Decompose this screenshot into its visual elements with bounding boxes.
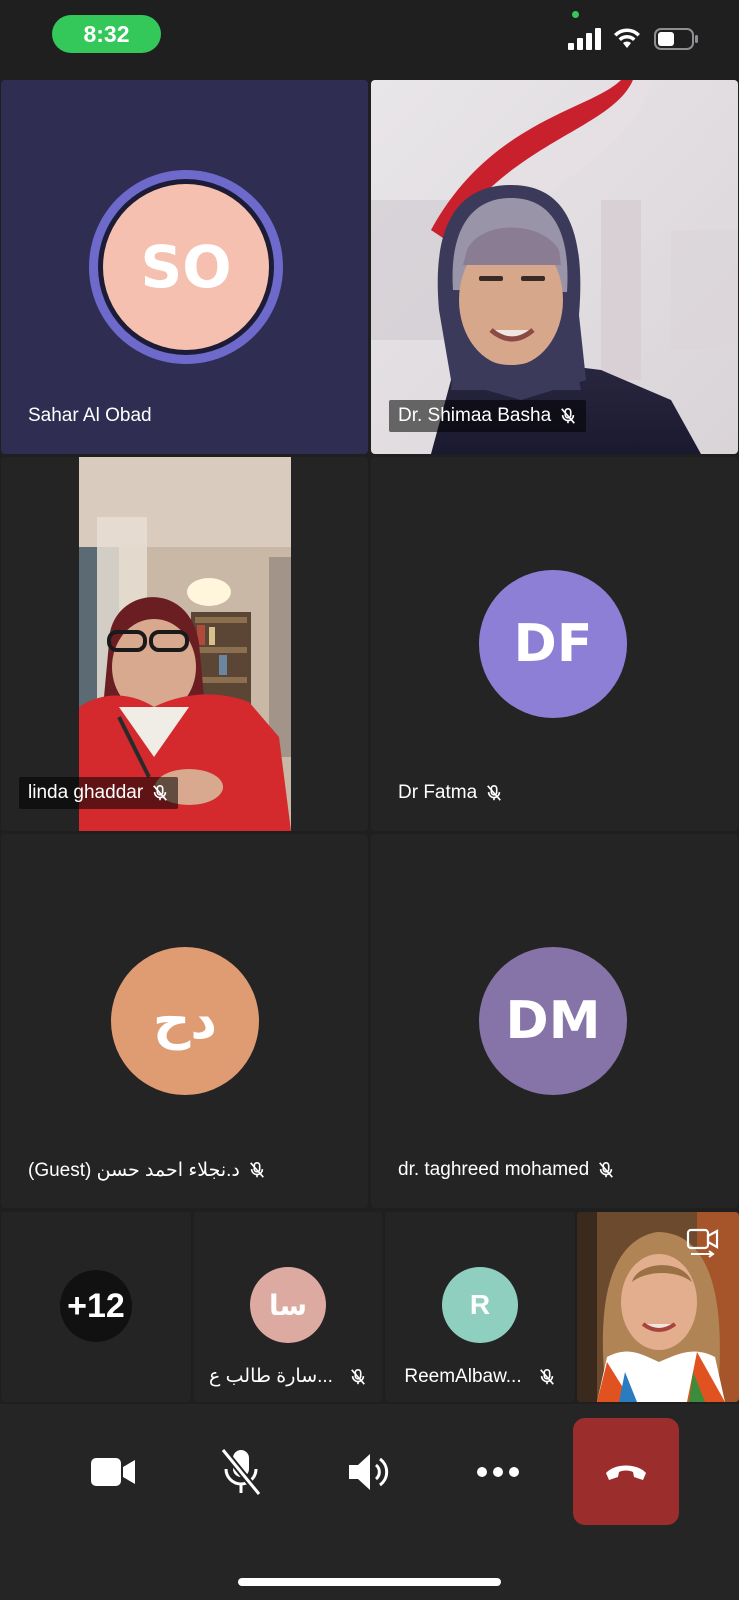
participant-name-label: (Guest) د.نجلاء احمد حسن xyxy=(28,1159,240,1181)
battery-icon xyxy=(654,28,698,50)
participant-name-label: سارة طالب ع... xyxy=(209,1366,333,1387)
participant-name-label: Dr Fatma xyxy=(398,782,478,803)
participant-name: Sahar Al Obad xyxy=(19,400,161,432)
participant-name-label: linda ghaddar xyxy=(28,782,144,803)
switch-camera-icon[interactable] xyxy=(685,1224,721,1260)
more-participants-count: +12 xyxy=(60,1270,132,1342)
more-participants-tile[interactable]: +12 xyxy=(1,1212,191,1402)
participant-name: Dr Fatma xyxy=(389,777,512,809)
avatar: DF xyxy=(479,570,627,718)
participant-video xyxy=(79,457,291,831)
participant-tile-linda-ghaddar[interactable]: linda ghaddar xyxy=(1,457,368,831)
participant-name: ReemAlbaw... xyxy=(385,1366,575,1388)
home-indicator[interactable] xyxy=(238,1578,501,1586)
participant-tile-taghreed-mohamed[interactable]: DM dr. taghreed mohamed xyxy=(371,834,738,1208)
participant-tile-sahar-al-obad[interactable]: SO Sahar Al Obad xyxy=(1,80,368,454)
avatar: R xyxy=(442,1267,518,1343)
avatar: SO xyxy=(103,184,269,350)
avatar: دح xyxy=(111,947,259,1095)
participant-name: linda ghaddar xyxy=(19,777,179,809)
participant-tile-guest[interactable]: دح (Guest) د.نجلاء احمد حسن xyxy=(1,834,368,1208)
hang-up-icon xyxy=(606,1465,646,1480)
microphone-toggle-button[interactable] xyxy=(201,1432,281,1512)
video-camera-icon xyxy=(91,1458,135,1486)
participant-tile-sara[interactable]: سا سارة طالب ع... xyxy=(194,1212,382,1402)
participant-name-label: Sahar Al Obad xyxy=(28,405,152,426)
microphone-muted-icon xyxy=(539,1368,554,1385)
microphone-muted-icon xyxy=(351,1368,365,1385)
avatar: DM xyxy=(479,947,627,1095)
wifi-icon xyxy=(614,28,640,48)
status-time: 8:32 xyxy=(52,15,161,53)
more-options-button[interactable] xyxy=(458,1432,538,1512)
cellular-signal-icon xyxy=(568,28,601,50)
status-bar: 8:32 xyxy=(0,0,739,76)
participant-name-label: ReemAlbaw... xyxy=(404,1366,522,1387)
video-toggle-button[interactable] xyxy=(73,1432,153,1512)
participant-video xyxy=(371,80,738,454)
speaker-icon xyxy=(349,1454,389,1490)
microphone-muted-icon xyxy=(561,407,576,424)
participant-name: (Guest) د.نجلاء احمد حسن xyxy=(19,1154,275,1186)
participant-tile-reem[interactable]: R ReemAlbaw... xyxy=(385,1212,575,1402)
microphone-muted-icon xyxy=(599,1161,614,1178)
microphone-muted-icon xyxy=(153,784,168,801)
participant-name: Dr. Shimaa Basha xyxy=(389,400,587,432)
leave-call-button[interactable] xyxy=(573,1418,679,1525)
speaker-button[interactable] xyxy=(329,1432,409,1512)
participant-name: dr. taghreed mohamed xyxy=(389,1154,624,1186)
microphone-muted-icon xyxy=(249,1161,264,1178)
participant-name: سارة طالب ع... xyxy=(194,1365,382,1388)
more-icon xyxy=(477,1467,519,1477)
self-view-tile[interactable] xyxy=(577,1212,739,1402)
participant-name-label: dr. taghreed mohamed xyxy=(398,1159,590,1180)
participant-tile-shimaa-basha[interactable]: Dr. Shimaa Basha xyxy=(371,80,738,454)
avatar: سا xyxy=(250,1267,326,1343)
camera-in-use-indicator xyxy=(572,11,579,18)
participant-tile-dr-fatma[interactable]: DF Dr Fatma xyxy=(371,457,738,831)
participant-name-label: Dr. Shimaa Basha xyxy=(398,405,552,426)
microphone-muted-icon xyxy=(487,784,502,801)
microphone-muted-icon xyxy=(220,1447,262,1497)
